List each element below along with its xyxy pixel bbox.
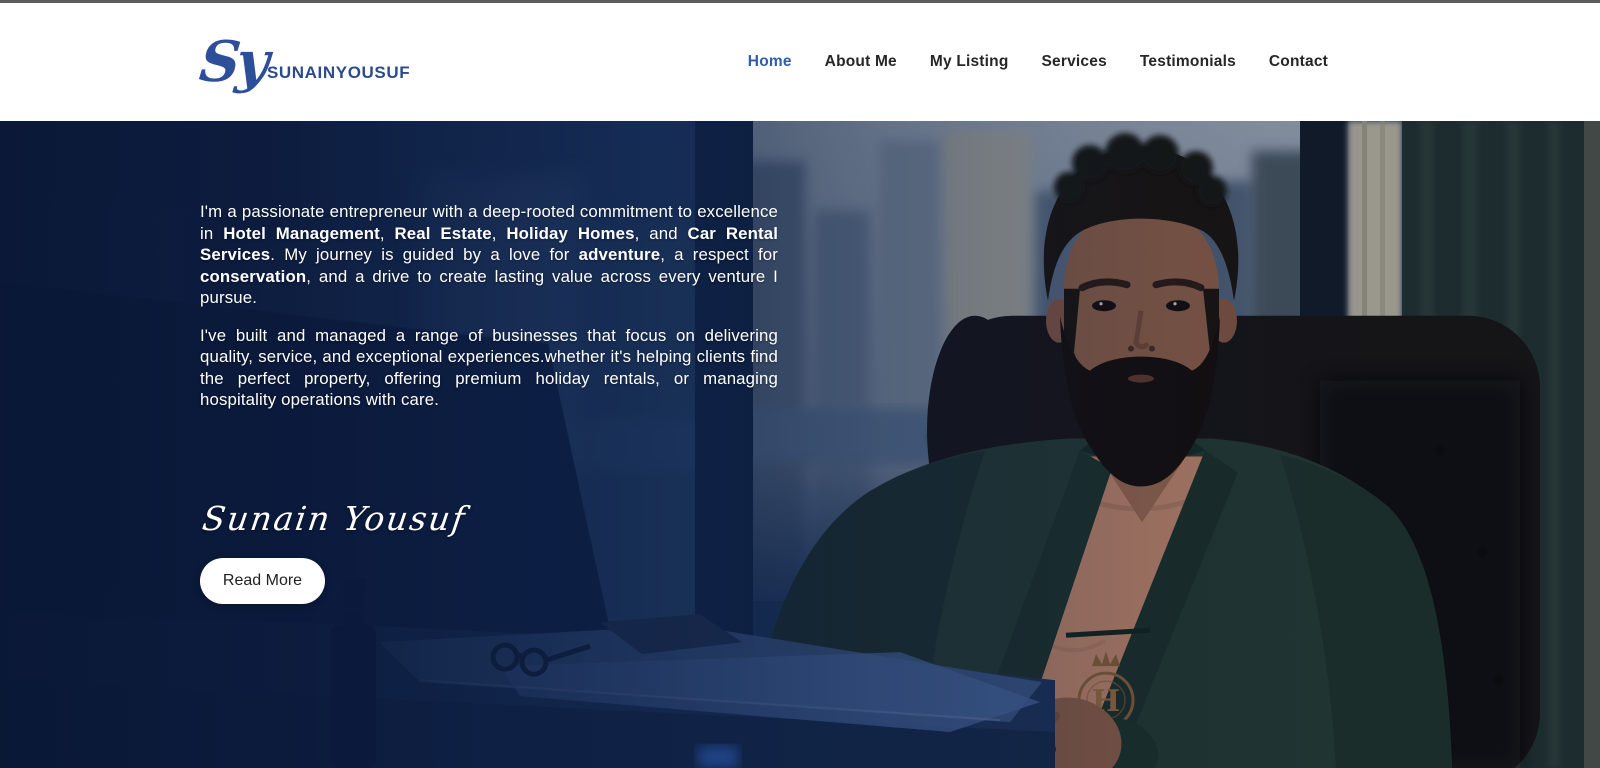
nav-link-my-listing[interactable]: My Listing xyxy=(930,53,1009,71)
hero-section: H xyxy=(0,121,1600,768)
site-logo[interactable]: Sy SUNAINYOUSUF xyxy=(200,34,410,90)
nav-link-contact[interactable]: Contact xyxy=(1269,53,1328,71)
nav-link-home[interactable]: Home xyxy=(748,53,792,71)
main-nav: Home About Me My Listing Services Testim… xyxy=(748,53,1328,71)
logo-monogram: Sy xyxy=(197,34,268,90)
read-more-button[interactable]: Read More xyxy=(200,558,325,604)
nav-link-services[interactable]: Services xyxy=(1042,53,1107,71)
hero-secondary-paragraph: I've built and managed a range of busine… xyxy=(200,325,778,411)
hero-intro-paragraph: I'm a passionate entrepreneur with a dee… xyxy=(200,201,778,309)
site-header: Sy SUNAINYOUSUF Home About Me My Listing… xyxy=(0,3,1600,121)
nav-link-about-me[interactable]: About Me xyxy=(825,53,897,71)
logo-wordmark: SUNAINYOUSUF xyxy=(267,63,410,83)
signature-text: Sunain Yousuf xyxy=(200,499,469,538)
hero-content: I'm a passionate entrepreneur with a dee… xyxy=(200,201,778,604)
nav-link-testimonials[interactable]: Testimonials xyxy=(1140,53,1236,71)
